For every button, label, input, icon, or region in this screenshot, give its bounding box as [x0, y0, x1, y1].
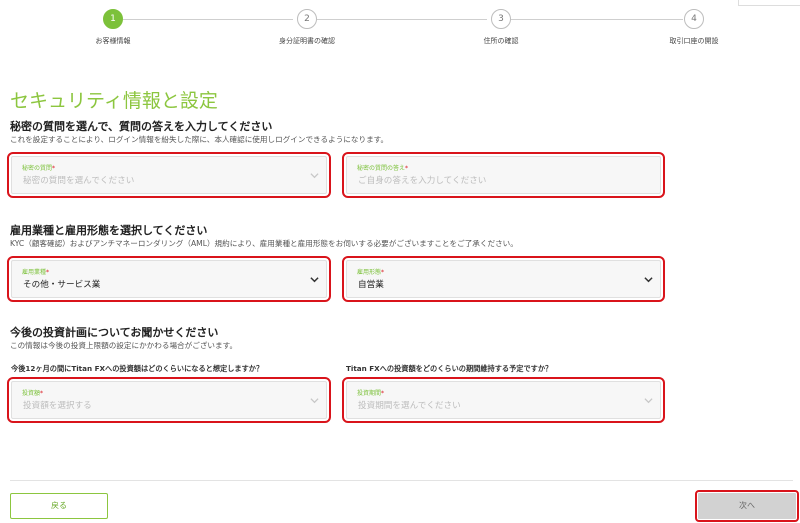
investment-period-question: Titan FXへの投資額をどのくらいの期間維持する予定ですか？ [346, 364, 553, 373]
field-placeholder: 投資期間を選んでください [358, 401, 461, 411]
field-label: 秘密の質問* [22, 165, 56, 172]
step-label: 住所の確認 [483, 37, 519, 45]
progress-stepper: 1 お客様情報 2 身分証明書の確認 3 住所の確認 4 取引口座の開設 [0, 0, 800, 60]
field-label: 雇用形態* [357, 269, 385, 276]
step-account-opening: 4 取引口座の開設 [634, 9, 754, 46]
field-placeholder: 秘密の質問を選んでください [23, 176, 135, 186]
step-number: 4 [684, 9, 704, 29]
chevron-down-icon [310, 277, 319, 283]
step-id-verification: 2 身分証明書の確認 [247, 9, 367, 46]
page-title: セキュリティ情報と設定 [10, 90, 218, 112]
chevron-down-icon [644, 398, 653, 404]
next-button[interactable]: 次へ [695, 490, 799, 522]
step-number: 2 [297, 9, 317, 29]
investment-period-select[interactable]: 投資期間* 投資期間を選んでください [342, 377, 665, 423]
field-placeholder: ご自身の答えを入力してください [358, 176, 487, 186]
step-label: 身分証明書の確認 [279, 37, 335, 45]
back-button[interactable]: 戻る [10, 493, 108, 519]
field-label: 雇用業種* [22, 269, 50, 276]
secret-answer-input[interactable]: 秘密の質問の答え* ご自身の答えを入力してください [342, 152, 665, 198]
step-label: お客様情報 [95, 37, 131, 45]
field-label: 投資額* [22, 390, 44, 397]
step-customer-info: 1 お客様情報 [53, 9, 173, 46]
field-placeholder: 投資額を選択する [23, 401, 92, 411]
investment-section-title: 今後の投資計画についてお聞かせください [10, 326, 219, 339]
field-label: 投資期間* [357, 390, 385, 397]
investment-amount-question: 今後12ヶ月の間にTitan FXへの投資額はどのくらいになると想定しますか？ [11, 364, 264, 373]
step-label: 取引口座の開設 [669, 37, 719, 45]
decorative-corner [738, 0, 800, 6]
field-value: 自営業 [358, 280, 384, 290]
step-number: 3 [491, 9, 511, 29]
step-number: 1 [103, 9, 123, 29]
chevron-down-icon [310, 173, 319, 179]
secret-question-select[interactable]: 秘密の質問* 秘密の質問を選んでください [7, 152, 331, 198]
footer-divider [10, 480, 793, 481]
investment-amount-select[interactable]: 投資額* 投資額を選択する [7, 377, 331, 423]
field-value: その他・サービス業 [23, 280, 101, 290]
step-address-verification: 3 住所の確認 [441, 9, 561, 46]
employment-industry-select[interactable]: 雇用業種* その他・サービス業 [7, 256, 331, 302]
employment-section-description: KYC（顧客確認）およびアンチマネーロンダリング（AML）規約により、雇用業種と… [10, 239, 518, 248]
field-label: 秘密の質問の答え* [357, 165, 409, 172]
chevron-down-icon [310, 398, 319, 404]
employment-type-select[interactable]: 雇用形態* 自営業 [342, 256, 665, 302]
security-section-description: これを設定することにより、ログイン情報を紛失した際に、本人確認に使用しログインで… [10, 135, 389, 144]
security-section-title: 秘密の質問を選んで、質問の答えを入力してください [10, 120, 273, 133]
chevron-down-icon [644, 277, 653, 283]
investment-section-description: この情報は今後の投資上限額の設定にかかわる場合がございます。 [10, 341, 238, 350]
employment-section-title: 雇用業種と雇用形態を選択してください [10, 224, 208, 237]
